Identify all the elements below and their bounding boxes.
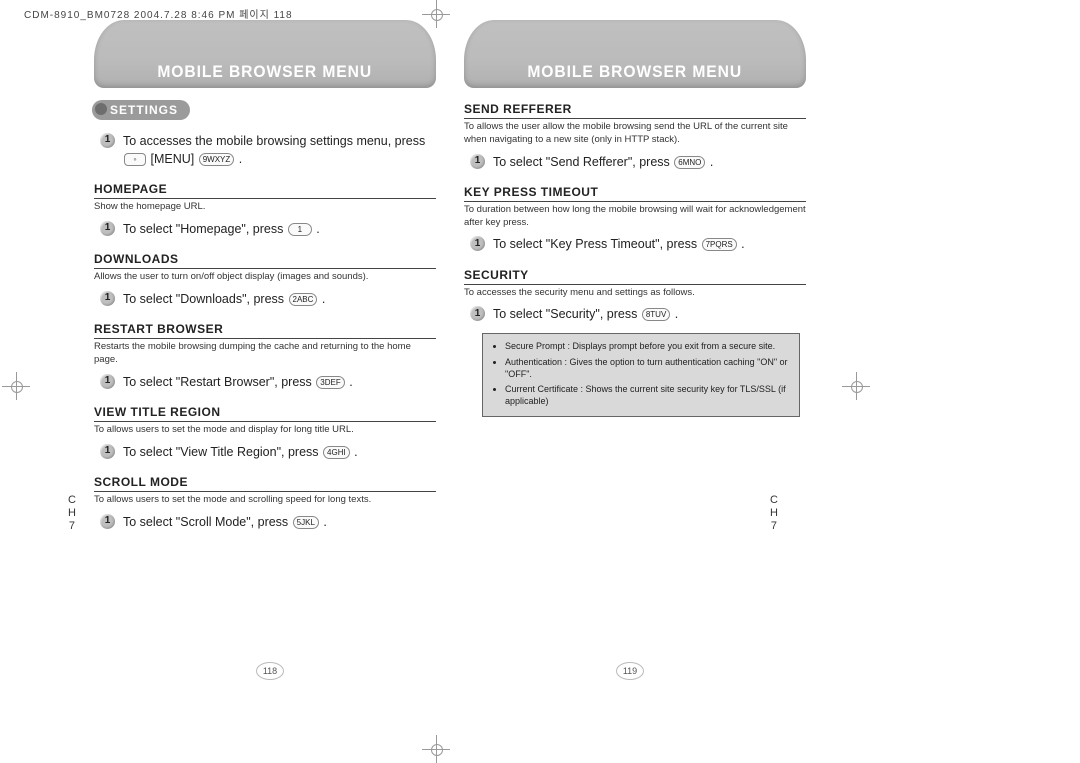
sendref-heading: SEND REFFERER (464, 102, 806, 119)
downloads-step: 1 To select "Downloads", press 2ABC . (100, 290, 436, 308)
viewtitle-desc: To allows users to set the mode and disp… (94, 424, 436, 437)
homepage-step: 1 To select "Homepage", press 1 . (100, 220, 436, 238)
keypress-step: 1 To select "Key Press Timeout", press 7… (470, 235, 806, 253)
security-desc: To accesses the security menu and settin… (464, 287, 806, 300)
key-1-icon: 1 (288, 223, 312, 236)
security-info-box: Secure Prompt : Displays prompt before y… (482, 333, 800, 417)
chapter-label-left: C H7 (68, 494, 76, 534)
security-box-item: Secure Prompt : Displays prompt before y… (505, 340, 789, 352)
key-5-icon: 5JKL (293, 516, 319, 529)
downloads-desc: Allows the user to turn on/off object di… (94, 271, 436, 284)
step-number-icon: 1 (470, 306, 485, 321)
homepage-desc: Show the homepage URL. (94, 201, 436, 214)
banner-right: MOBILE BROWSER MENU (464, 20, 806, 88)
restart-desc: Restarts the mobile browsing dumping the… (94, 341, 436, 367)
scroll-step: 1 To select "Scroll Mode", press 5JKL . (100, 513, 436, 531)
soft-key-icon: ◦ (124, 153, 146, 166)
page-number-left: 118 (256, 662, 284, 680)
step-number-icon: 1 (100, 133, 115, 148)
restart-heading: RESTART BROWSER (94, 322, 436, 339)
scroll-heading: SCROLL MODE (94, 475, 436, 492)
restart-step: 1 To select "Restart Browser", press 3DE… (100, 373, 436, 391)
step-number-icon: 1 (470, 236, 485, 251)
downloads-heading: DOWNLOADS (94, 252, 436, 269)
viewtitle-heading: VIEW TITLE REGION (94, 405, 436, 422)
step-number-icon: 1 (100, 374, 115, 389)
keypress-heading: KEY PRESS TIMEOUT (464, 185, 806, 202)
key-7-icon: 7PQRS (702, 238, 737, 251)
homepage-heading: HOMEPAGE (94, 182, 436, 199)
key-3-icon: 3DEF (316, 376, 344, 389)
sendref-desc: To allows the user allow the mobile brow… (464, 121, 806, 147)
key-6-icon: 6MNO (674, 156, 705, 169)
security-box-item: Current Certificate : Shows the current … (505, 383, 789, 407)
key-2-icon: 2ABC (289, 293, 318, 306)
banner-left: MOBILE BROWSER MENU (94, 20, 436, 88)
step-number-icon: 1 (100, 221, 115, 236)
page-right: MOBILE BROWSER MENU SEND REFFERER To all… (450, 20, 810, 670)
doc-header: CDM-8910_BM0728 2004.7.28 8:46 PM 페이지 11… (24, 6, 293, 21)
key-4-icon: 4GHI (323, 446, 350, 459)
viewtitle-step: 1 To select "View Title Region", press 4… (100, 443, 436, 461)
sendref-step: 1 To select "Send Refferer", press 6MNO … (470, 153, 806, 171)
page-left: MOBILE BROWSER MENU SETTINGS 1 To access… (90, 20, 450, 670)
security-box-item: Authentication : Gives the option to tur… (505, 356, 789, 380)
security-step: 1 To select "Security", press 8TUV . (470, 305, 806, 323)
settings-intro-step: 1 To accesses the mobile browsing settin… (100, 132, 436, 168)
security-heading: SECURITY (464, 268, 806, 285)
step-number-icon: 1 (100, 444, 115, 459)
keypress-desc: To duration between how long the mobile … (464, 204, 806, 230)
scroll-desc: To allows users to set the mode and scro… (94, 494, 436, 507)
key-8-icon: 8TUV (642, 308, 670, 321)
step-number-icon: 1 (100, 291, 115, 306)
page-number-right: 119 (616, 662, 644, 680)
step-number-icon: 1 (100, 514, 115, 529)
page-spread: MOBILE BROWSER MENU SETTINGS 1 To access… (90, 20, 810, 670)
step-number-icon: 1 (470, 154, 485, 169)
key-9-icon: 9WXYZ (199, 153, 235, 166)
settings-pill: SETTINGS (92, 100, 190, 120)
